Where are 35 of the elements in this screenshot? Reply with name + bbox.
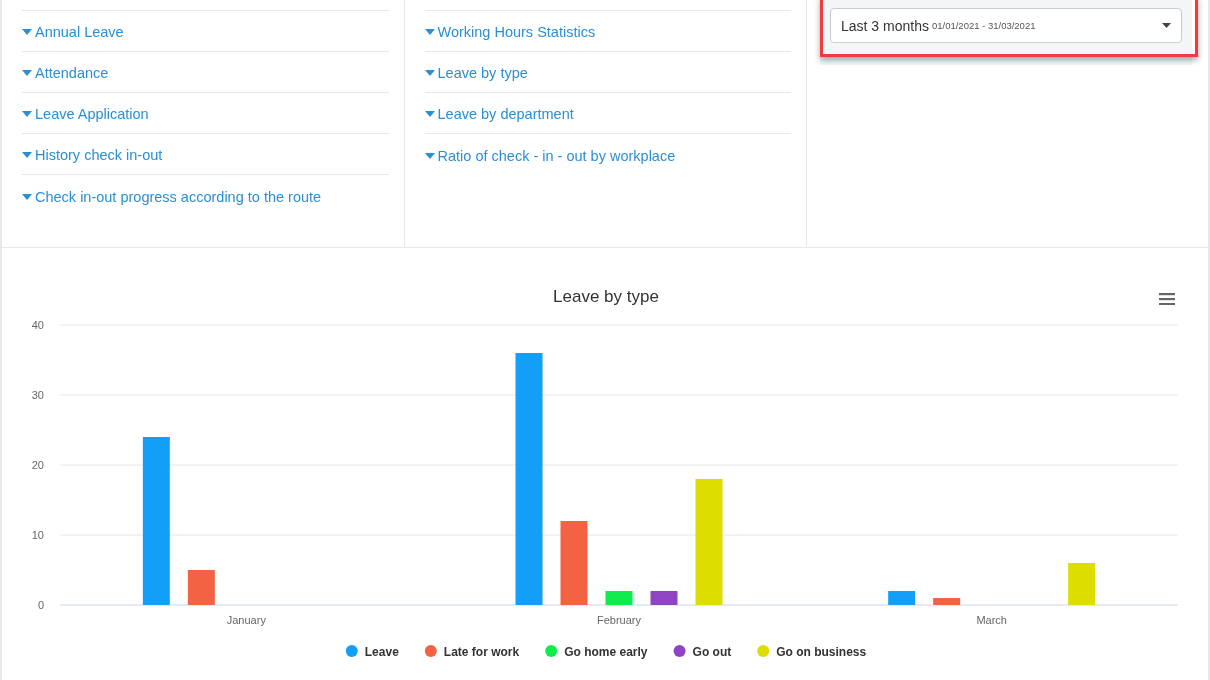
report-link[interactable]: Check in-out progress according to the route bbox=[22, 188, 322, 205]
caret-icon bbox=[22, 29, 32, 35]
caret-icon bbox=[424, 70, 435, 76]
axis-label: 10 bbox=[31, 529, 44, 541]
menu-icon[interactable] bbox=[1159, 293, 1175, 305]
chart-title: Leave by type bbox=[553, 287, 659, 306]
axis-label: 20 bbox=[31, 459, 44, 471]
caret-icon bbox=[1162, 23, 1171, 28]
legend-label[interactable]: Go on business bbox=[776, 644, 867, 659]
report-link[interactable]: Annual Leave bbox=[22, 24, 124, 40]
caret-icon bbox=[424, 152, 435, 159]
report-link[interactable]: Leave by department bbox=[424, 106, 574, 122]
report-link[interactable]: Working Hours Statistics bbox=[424, 24, 596, 40]
legend-label[interactable]: Late for work bbox=[443, 644, 520, 659]
axis-label: February bbox=[597, 614, 641, 626]
axis-label: March bbox=[976, 614, 1007, 626]
legend-label[interactable]: Leave bbox=[364, 644, 399, 659]
caret-icon bbox=[424, 29, 435, 35]
date-range-dropdown[interactable]: Last 3 months 01/01/2021 - 31/03/2021 bbox=[830, 8, 1182, 43]
axis-label: 30 bbox=[31, 389, 44, 401]
caret-icon bbox=[22, 70, 32, 76]
legend-label[interactable]: Go home early bbox=[564, 644, 648, 659]
axis-label: January bbox=[226, 614, 266, 626]
report-link[interactable]: Ratio of check - in - out by workplace bbox=[424, 147, 676, 164]
legend-label[interactable]: Go out bbox=[692, 644, 732, 659]
axis-label: 0 bbox=[37, 599, 44, 611]
report-link[interactable]: History check in-out bbox=[22, 147, 163, 163]
caret-icon bbox=[22, 152, 32, 158]
caret-icon bbox=[22, 193, 32, 200]
report-link[interactable]: Leave by type bbox=[424, 65, 528, 81]
report-link[interactable]: Attendance bbox=[22, 65, 109, 81]
report-link[interactable]: Leave Application bbox=[22, 106, 149, 122]
caret-icon bbox=[22, 111, 32, 117]
axis-label: 40 bbox=[31, 319, 44, 331]
caret-icon bbox=[424, 111, 435, 117]
